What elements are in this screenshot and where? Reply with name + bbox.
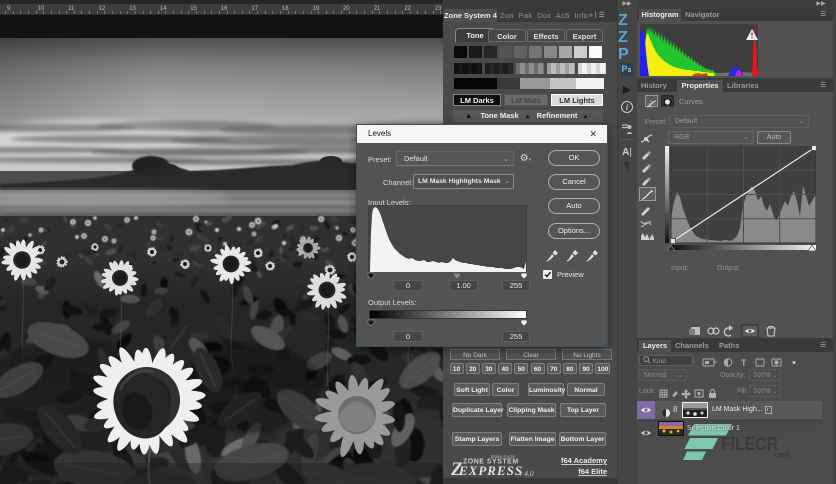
svg-text:EXPRESS: EXPRESS <box>458 463 523 478</box>
svg-text:f64 Elite: f64 Elite <box>578 467 607 476</box>
svg-text:FILECR: FILECR <box>721 434 778 454</box>
svg-text:.com: .com <box>772 450 790 459</box>
svg-text:Blake Rudis: Blake Rudis <box>491 454 516 459</box>
svg-text:v 4.0: v 4.0 <box>519 469 534 478</box>
svg-text:f64 Academy: f64 Academy <box>561 456 608 465</box>
svg-text:T: T <box>741 358 747 368</box>
